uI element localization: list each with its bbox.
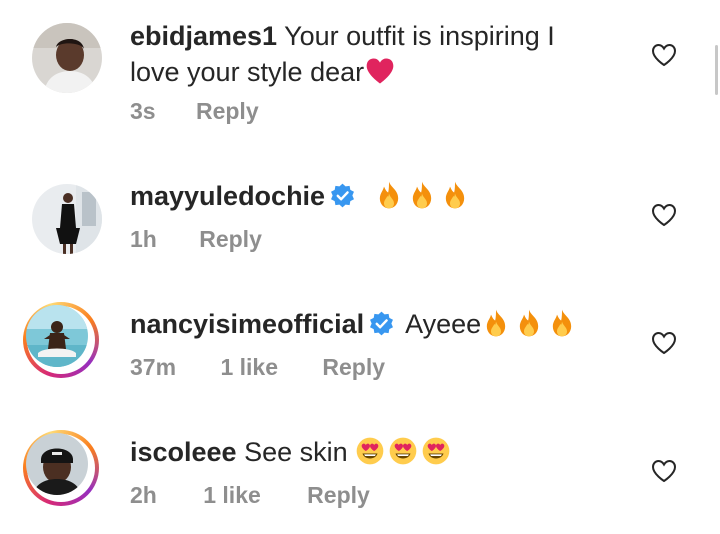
comment-meta: 3s Reply <box>130 98 259 125</box>
comment-text-body: See skin <box>244 437 348 467</box>
fire-emoji-icon <box>481 308 511 338</box>
comment-text: nancyisimeofficial Ayeee <box>130 306 580 342</box>
reply-button[interactable]: Reply <box>199 226 262 253</box>
comment-text-line2: love your style dear <box>130 57 365 87</box>
comment-likes[interactable]: 1 like <box>203 482 261 509</box>
reply-button[interactable]: Reply <box>307 482 370 509</box>
comment-text: ebidjames1 Your outfit is inspiring I lo… <box>130 18 555 90</box>
avatar <box>26 305 88 367</box>
like-heart-icon[interactable] <box>651 43 677 67</box>
avatar <box>26 433 88 495</box>
comment-likes[interactable]: 1 like <box>220 354 278 381</box>
comment-username[interactable]: nancyisimeofficial <box>130 309 364 339</box>
comment-time: 1h <box>130 226 157 252</box>
avatar-story-ring[interactable] <box>23 430 99 506</box>
comment-time: 3s <box>130 98 156 124</box>
fire-emoji-icon <box>547 308 577 338</box>
comment-username[interactable]: ebidjames1 <box>130 21 277 51</box>
heart-eyes-emoji-icon <box>355 436 385 466</box>
verified-badge-icon <box>329 182 356 209</box>
scrollbar[interactable] <box>715 45 718 95</box>
comment-time: 2h <box>130 482 157 508</box>
comment-username[interactable]: mayyuledochie <box>130 181 325 211</box>
comment-meta: 37m 1 like Reply <box>130 354 385 381</box>
fire-emoji-icon <box>514 308 544 338</box>
comment-meta: 1h Reply <box>130 226 262 253</box>
like-heart-icon[interactable] <box>651 203 677 227</box>
heart-eyes-emoji-icon <box>388 436 418 466</box>
reply-button[interactable]: Reply <box>322 354 385 381</box>
avatar[interactable] <box>32 23 102 93</box>
comment-meta: 2h 1 like Reply <box>130 482 370 509</box>
fire-emoji-icon <box>440 180 470 210</box>
avatar[interactable] <box>32 184 102 254</box>
like-heart-icon[interactable] <box>651 331 677 355</box>
like-heart-icon[interactable] <box>651 459 677 483</box>
reply-button[interactable]: Reply <box>196 98 259 125</box>
comment-text-body: Ayeee <box>405 309 482 339</box>
verified-badge-icon <box>368 310 395 337</box>
heart-eyes-emoji-icon <box>421 436 451 466</box>
comment-text: iscoleee See skin <box>130 434 454 470</box>
avatar-story-ring[interactable] <box>23 302 99 378</box>
red-heart-emoji-icon <box>364 56 396 86</box>
fire-emoji-icon <box>407 180 437 210</box>
comment-time: 37m <box>130 354 177 380</box>
comment-text-line1: Your outfit is inspiring I <box>284 21 555 51</box>
comment-text: mayyuledochie <box>130 178 473 214</box>
fire-emoji-icon <box>374 180 404 210</box>
comment-username[interactable]: iscoleee <box>130 437 237 467</box>
